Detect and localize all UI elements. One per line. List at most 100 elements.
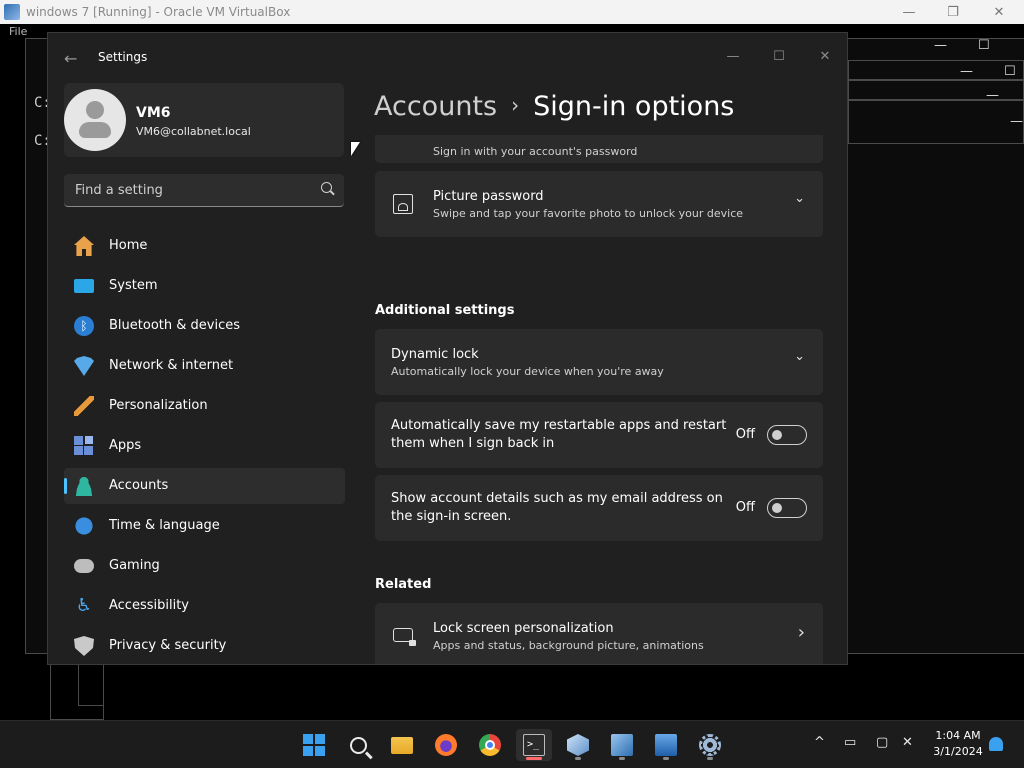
account-details-card: Show account details such as my email ad… xyxy=(375,475,823,541)
search-icon[interactable] xyxy=(321,182,332,193)
taskbar-file-explorer[interactable] xyxy=(384,729,420,761)
sidebar-item-personalization[interactable]: Personalization xyxy=(64,388,345,424)
auto-restart-line1: Automatically save my restartable apps a… xyxy=(391,418,727,433)
taskbar-settings[interactable] xyxy=(692,729,728,761)
password-card[interactable]: Sign in with your account's password xyxy=(375,135,823,163)
picture-password-card[interactable]: Picture password Swipe and tap your favo… xyxy=(375,171,823,237)
host-minimize-button[interactable]: — xyxy=(886,0,932,24)
sidebar-item-label: System xyxy=(109,278,158,293)
apps-icon xyxy=(74,436,94,456)
profile-card[interactable]: VM6 VM6@collabnet.local xyxy=(64,83,344,157)
sidebar-item-label: Apps xyxy=(109,438,142,453)
additional-settings-heading: Additional settings xyxy=(375,303,515,318)
picture-icon xyxy=(393,194,413,214)
sidebar-item-label: Accessibility xyxy=(109,598,189,613)
bg-minimize-1[interactable]: — xyxy=(934,38,947,53)
host-close-button[interactable]: ✕ xyxy=(976,0,1022,24)
volume-muted-icon[interactable]: ✕ xyxy=(902,735,913,750)
sidebar-item-bluetooth[interactable]: ᛒ Bluetooth & devices xyxy=(64,308,345,344)
host-maximize-button[interactable]: ❐ xyxy=(930,0,976,24)
taskbar-firefox[interactable] xyxy=(428,729,464,761)
bg-maximize-1[interactable]: ☐ xyxy=(978,38,990,53)
sidebar-item-label: Personalization xyxy=(109,398,208,413)
host-titlebar: windows 7 [Running] - Oracle VM VirtualB… xyxy=(0,0,1024,24)
page-title: Sign-in options xyxy=(533,91,735,122)
sidebar-item-home[interactable]: Home xyxy=(64,228,345,264)
profile-name: VM6 xyxy=(136,105,171,121)
running-indicator xyxy=(575,757,581,760)
display-icon[interactable]: ▢ xyxy=(876,735,888,750)
settings-title: Settings xyxy=(98,50,148,64)
tray-overflow-chevron-icon[interactable]: ^ xyxy=(814,735,825,750)
chevron-right-icon[interactable]: › xyxy=(798,622,805,643)
sidebar-item-label: Bluetooth & devices xyxy=(109,318,240,333)
person-icon xyxy=(74,476,94,496)
bg-minimize-3[interactable]: — xyxy=(986,88,999,103)
auto-restart-line2: them when I sign back in xyxy=(391,436,555,451)
start-button[interactable] xyxy=(296,729,332,761)
bg-maximize-2[interactable]: ☐ xyxy=(1004,64,1016,79)
chevron-down-icon[interactable]: ⌄ xyxy=(794,349,805,364)
dynamic-lock-card[interactable]: Dynamic lock Automatically lock your dev… xyxy=(375,329,823,395)
breadcrumb: Accounts › Sign-in options xyxy=(374,91,734,122)
chevron-down-icon[interactable]: ⌄ xyxy=(794,191,805,206)
network-disconnected-icon[interactable]: ▭ xyxy=(844,735,856,750)
taskbar-chrome[interactable] xyxy=(472,729,508,761)
bg-minimize-2[interactable]: — xyxy=(960,64,973,79)
search-input[interactable] xyxy=(64,174,312,206)
clock-date: 3/1/2024 xyxy=(933,745,983,758)
settings-maximize-button[interactable]: ☐ xyxy=(756,41,802,71)
profile-email: VM6@collabnet.local xyxy=(136,125,251,138)
lock-screen-personalization-card[interactable]: Lock screen personalization Apps and sta… xyxy=(375,603,823,664)
account-details-toggle[interactable] xyxy=(767,498,807,518)
taskbar-search-button[interactable] xyxy=(340,729,376,761)
settings-close-button[interactable]: ✕ xyxy=(802,41,847,71)
sidebar-nav: Home System ᛒ Bluetooth & devices Networ… xyxy=(64,228,345,664)
auto-restart-toggle[interactable] xyxy=(767,425,807,445)
taskbar-terminal[interactable]: >_ xyxy=(516,729,552,761)
start-icon xyxy=(303,734,325,756)
globe-clock-icon xyxy=(74,516,94,536)
account-details-line1: Show account details such as my email ad… xyxy=(391,491,723,506)
search-box[interactable] xyxy=(64,174,344,207)
firefox-icon xyxy=(435,734,457,756)
menu-file[interactable]: File xyxy=(9,25,27,38)
host-title: windows 7 [Running] - Oracle VM VirtualB… xyxy=(26,5,291,19)
sidebar-item-system[interactable]: System xyxy=(64,268,345,304)
taskbar-remote-desktop[interactable] xyxy=(648,729,684,761)
virtualbox-icon xyxy=(4,4,20,20)
vm-windows7-icon xyxy=(611,734,633,756)
sidebar-item-privacy[interactable]: Privacy & security xyxy=(64,628,345,664)
taskbar-clock[interactable]: 1:04 AM 3/1/2024 xyxy=(928,728,988,760)
settings-window: ← Settings — ☐ ✕ VM6 VM6@collabnet.local… xyxy=(47,32,848,665)
sidebar-item-accessibility[interactable]: ♿ Accessibility xyxy=(64,588,345,624)
brush-icon xyxy=(74,396,94,416)
account-details-line2: the sign-in screen. xyxy=(391,509,512,524)
running-indicator xyxy=(663,757,669,760)
dynamic-lock-title: Dynamic lock xyxy=(391,347,479,362)
auto-restart-apps-card: Automatically save my restartable apps a… xyxy=(375,402,823,468)
background-window-titlebar-3 xyxy=(848,100,1024,144)
bg-minimize-4[interactable]: — xyxy=(1010,114,1023,129)
lock-screen-subtitle: Apps and status, background picture, ani… xyxy=(433,639,704,652)
taskbar-virtualbox[interactable] xyxy=(560,729,596,761)
active-indicator xyxy=(526,757,542,760)
account-details-state: Off xyxy=(735,500,755,515)
notification-bell-icon[interactable] xyxy=(989,737,1003,751)
sidebar-item-gaming[interactable]: Gaming xyxy=(64,548,345,584)
sidebar-item-accounts[interactable]: Accounts xyxy=(64,468,345,504)
taskbar: >_ xyxy=(0,720,1024,768)
virtualbox-icon xyxy=(567,734,589,756)
sidebar-item-label: Privacy & security xyxy=(109,638,227,653)
file-explorer-icon xyxy=(391,736,413,754)
related-heading: Related xyxy=(375,577,432,592)
sidebar-item-time-language[interactable]: Time & language xyxy=(64,508,345,544)
sidebar-item-network[interactable]: Network & internet xyxy=(64,348,345,384)
settings-minimize-button[interactable]: — xyxy=(710,41,756,71)
breadcrumb-parent[interactable]: Accounts xyxy=(374,91,497,122)
taskbar-vm-windows7[interactable] xyxy=(604,729,640,761)
background-window-titlebar-1 xyxy=(848,60,1024,80)
back-arrow-icon[interactable]: ← xyxy=(64,49,77,68)
picture-password-subtitle: Swipe and tap your favorite photo to unl… xyxy=(433,207,744,220)
sidebar-item-apps[interactable]: Apps xyxy=(64,428,345,464)
